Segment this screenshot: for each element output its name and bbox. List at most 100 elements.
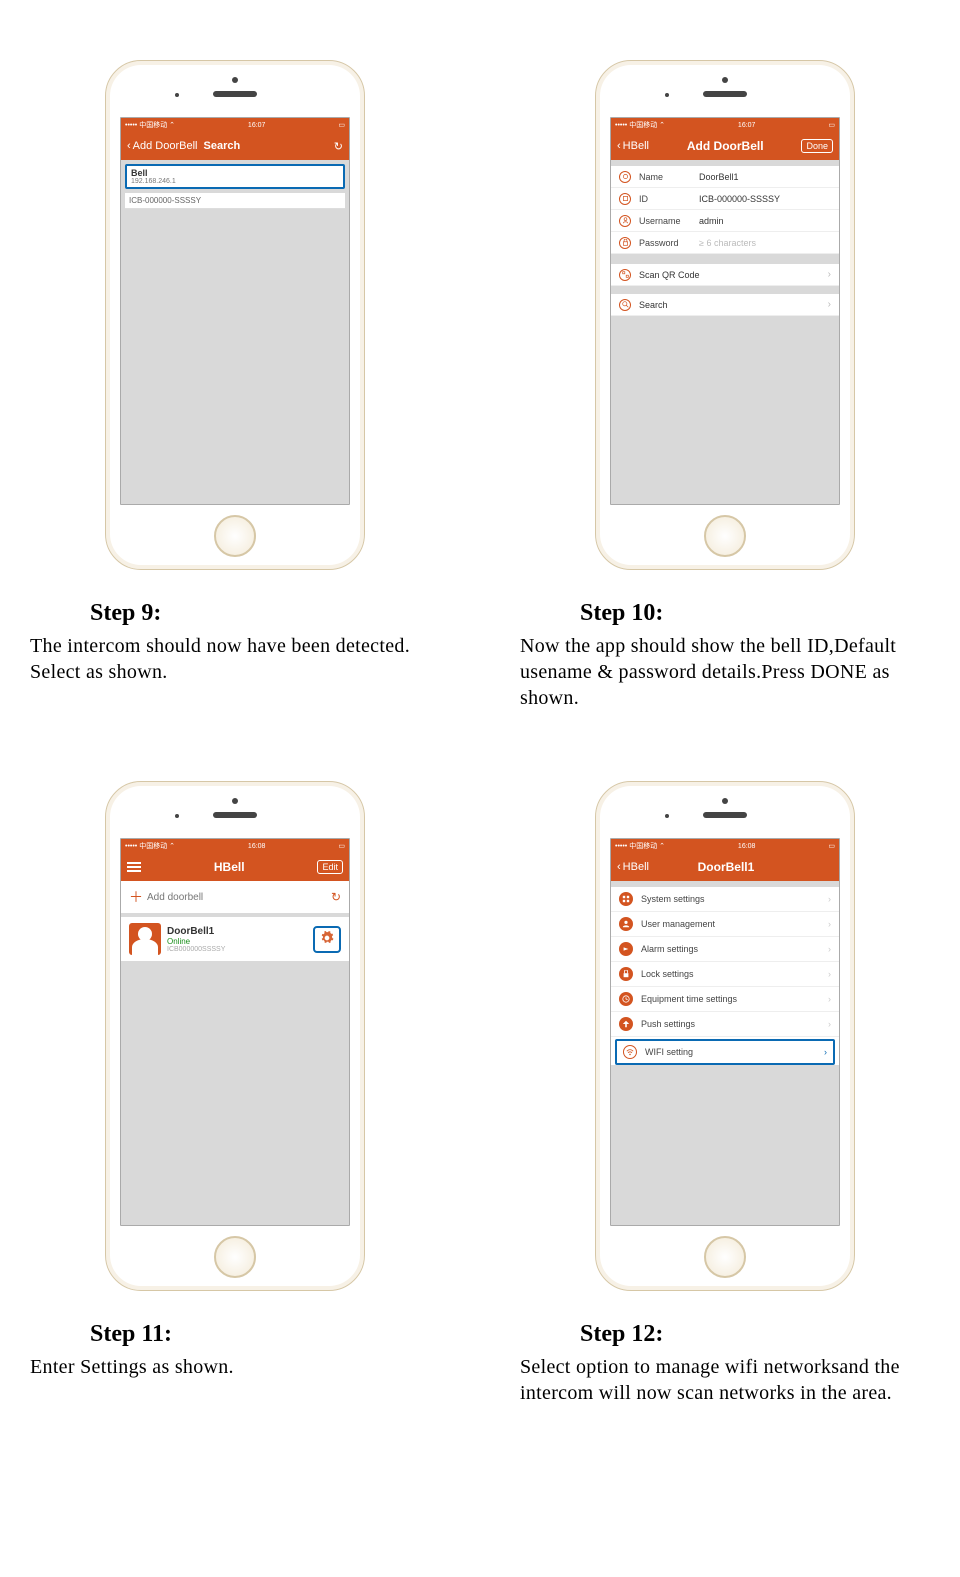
username-value: admin [699,216,831,226]
done-button[interactable]: Done [801,139,833,153]
time-label: 16:07 [248,122,266,129]
user-icon [619,215,631,227]
chevron-right-icon: › [828,919,831,929]
back-button[interactable]: ‹ HBell [617,140,649,152]
carrier-label: ••••• 中国移动 ⌃ [615,120,665,130]
step-description: Now the app should show the bell ID,Defa… [520,633,930,711]
gear-icon [320,931,334,945]
name-value: DoorBell1 [699,172,831,182]
nav-bar: ‹ Add DoorBell Search ↻ [121,132,349,160]
home-button[interactable] [704,1236,746,1278]
menu-icon[interactable] [127,860,141,874]
lock-icon [619,967,633,981]
settings-button[interactable] [313,926,341,953]
password-field-row[interactable]: Password ≥ 6 characters [611,232,839,254]
step-12: ••••• 中国移动 ⌃ 16:08 ▭ ‹ HBell DoorBell1 [520,781,930,1406]
password-placeholder: ≥ 6 characters [699,238,831,248]
step-description: Enter Settings as shown. [30,1354,440,1380]
username-field-row[interactable]: Username admin [611,210,839,232]
lock-icon [619,237,631,249]
alarm-icon [619,942,633,956]
chevron-left-icon: ‹ [617,861,621,873]
phone-mockup: ••••• 中国移动 ⌃ 16:08 ▭ HBell Edit ＋ Add do… [105,781,365,1291]
bell-id-row: ICB-000000-SSSSY [125,193,345,209]
step-title: Step 12: [580,1321,930,1348]
device-row[interactable]: DoorBell1 Online ICB000000SSSSY [121,917,349,961]
back-button[interactable]: ‹ HBell [617,861,649,873]
bell-name: Bell [131,168,339,178]
home-button[interactable] [704,515,746,557]
device-id: ICB000000SSSSY [167,946,225,953]
nav-bar: ‹ HBell Add DoorBell Done [611,132,839,160]
id-icon [619,193,631,205]
menu-system-settings[interactable]: System settings › [611,887,839,912]
step-description: The intercom should now have been detect… [30,633,440,685]
menu-label: Push settings [641,1019,828,1029]
nav-title: Search [204,140,334,152]
battery-icon: ▭ [828,842,835,850]
menu-label: Alarm settings [641,944,828,954]
home-button[interactable] [214,515,256,557]
search-row[interactable]: Search › [611,294,839,316]
push-icon [619,1017,633,1031]
menu-push-settings[interactable]: Push settings › [611,1012,839,1037]
phone-mockup: ••••• 中国移动 ⌃ 16:07 ▭ ‹ HBell Add DoorBel… [595,60,855,570]
nav-title: Add DoorBell [649,139,802,153]
chevron-right-icon: › [828,269,831,280]
menu-wifi-setting[interactable]: WIFI setting › [615,1039,835,1065]
refresh-icon[interactable]: ↻ [334,140,343,153]
id-field-row[interactable]: ID ICB-000000-SSSSY [611,188,839,210]
status-bar: ••••• 中国移动 ⌃ 16:08 ▭ [611,839,839,853]
scan-qr-label: Scan QR Code [639,270,828,280]
users-icon [619,917,633,931]
menu-user-management[interactable]: User management › [611,912,839,937]
step-title: Step 9: [90,600,440,627]
step-title: Step 10: [580,600,930,627]
menu-equipment-time[interactable]: Equipment time settings › [611,987,839,1012]
time-label: 16:07 [738,122,756,129]
menu-label: Lock settings [641,969,828,979]
phone-mockup: ••••• 中国移动 ⌃ 16:07 ▭ ‹ Add DoorBell Sear… [105,60,365,570]
menu-alarm-settings[interactable]: Alarm settings › [611,937,839,962]
step-title: Step 11: [90,1321,440,1348]
home-button[interactable] [214,1236,256,1278]
tag-icon [619,171,631,183]
chevron-right-icon: › [828,944,831,954]
menu-label: Equipment time settings [641,994,828,1004]
add-doorbell-row[interactable]: ＋ Add doorbell ↻ [121,881,349,913]
refresh-icon[interactable]: ↻ [331,890,341,904]
carrier-label: ••••• 中国移动 ⌃ [125,841,175,851]
back-label: Add DoorBell [133,140,198,152]
device-name: DoorBell1 [167,926,225,937]
menu-label: WIFI setting [645,1047,824,1057]
add-label: Add doorbell [147,892,331,903]
chevron-right-icon: › [828,299,831,310]
detected-bell-row[interactable]: Bell 192.168.246.1 [125,164,345,189]
nav-bar: HBell Edit [121,853,349,881]
menu-lock-settings[interactable]: Lock settings › [611,962,839,987]
battery-icon: ▭ [338,842,345,850]
chevron-right-icon: › [828,894,831,904]
chevron-left-icon: ‹ [127,140,131,152]
back-button[interactable]: ‹ Add DoorBell [127,140,198,152]
name-field-row[interactable]: Name DoorBell1 [611,166,839,188]
chevron-left-icon: ‹ [617,140,621,152]
steps-grid: ••••• 中国移动 ⌃ 16:07 ▭ ‹ Add DoorBell Sear… [30,60,930,1406]
step-10: ••••• 中国移动 ⌃ 16:07 ▭ ‹ HBell Add DoorBel… [520,60,930,711]
chevron-right-icon: › [828,994,831,1004]
carrier-label: ••••• 中国移动 ⌃ [615,841,665,851]
status-bar: ••••• 中国移动 ⌃ 16:08 ▭ [121,839,349,853]
scan-qr-row[interactable]: Scan QR Code › [611,264,839,286]
edit-button[interactable]: Edit [317,860,343,874]
step-9: ••••• 中国移动 ⌃ 16:07 ▭ ‹ Add DoorBell Sear… [30,60,440,711]
id-value: ICB-000000-SSSSY [699,194,831,204]
carrier-label: ••••• 中国移动 ⌃ [125,120,175,130]
grid-icon [619,892,633,906]
nav-bar: ‹ HBell DoorBell1 [611,853,839,881]
password-label: Password [639,238,699,248]
screen-step9: ••••• 中国移动 ⌃ 16:07 ▭ ‹ Add DoorBell Sear… [120,117,350,505]
status-bar: ••••• 中国移动 ⌃ 16:07 ▭ [121,118,349,132]
bell-ip: 192.168.246.1 [131,178,339,185]
device-status: Online [167,937,225,946]
screen-step12: ••••• 中国移动 ⌃ 16:08 ▭ ‹ HBell DoorBell1 [610,838,840,1226]
